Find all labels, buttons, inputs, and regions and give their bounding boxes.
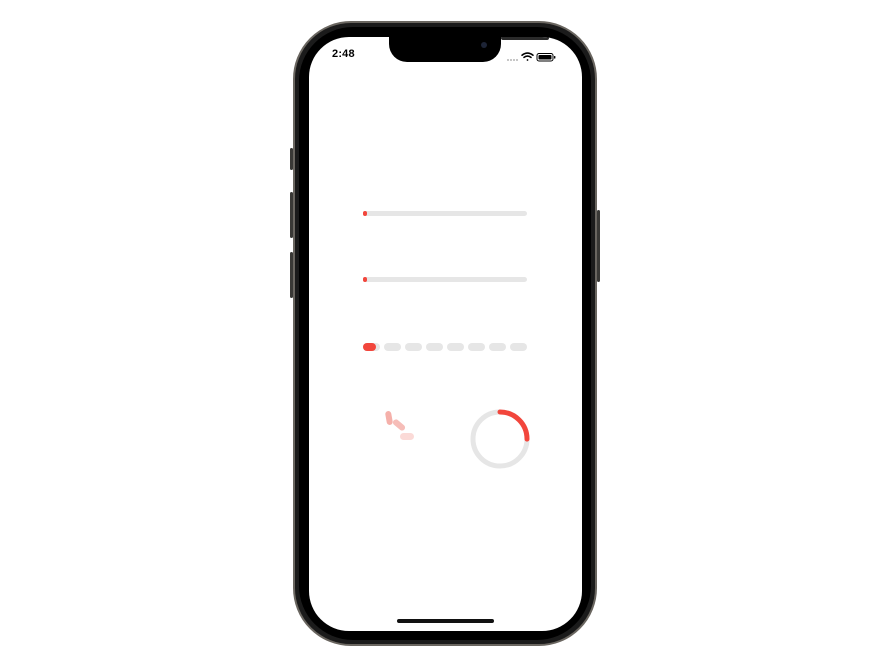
speaker-grille bbox=[501, 37, 549, 40]
camera-icon bbox=[481, 42, 487, 48]
progress-segment-active bbox=[363, 343, 376, 351]
progress-segment bbox=[468, 343, 485, 351]
status-icons bbox=[506, 49, 566, 62]
wifi-icon bbox=[521, 52, 534, 61]
home-indicator[interactable] bbox=[397, 619, 494, 623]
progress-bar-1 bbox=[363, 211, 527, 216]
progress-segment bbox=[489, 343, 506, 351]
progress-segment bbox=[510, 343, 527, 351]
battery-icon bbox=[536, 53, 556, 62]
silent-switch bbox=[290, 148, 293, 170]
progress-bar-2-fill bbox=[363, 277, 367, 282]
circular-progress bbox=[468, 407, 532, 476]
progress-segment bbox=[447, 343, 464, 351]
volume-up-button bbox=[290, 192, 293, 238]
cellular-signal-icon bbox=[507, 59, 518, 61]
power-button bbox=[597, 210, 600, 282]
progress-bar-2 bbox=[363, 277, 527, 282]
volume-down-button bbox=[290, 252, 293, 298]
progress-segment bbox=[426, 343, 443, 351]
progress-segment bbox=[384, 343, 401, 351]
progress-bar-1-fill bbox=[363, 211, 367, 216]
screen: 2:48 bbox=[309, 37, 582, 631]
status-time: 2:48 bbox=[332, 48, 355, 60]
progress-segment bbox=[405, 343, 422, 351]
notch bbox=[389, 37, 549, 62]
segmented-progress-bar bbox=[363, 343, 529, 351]
spinner-icon bbox=[383, 409, 423, 449]
